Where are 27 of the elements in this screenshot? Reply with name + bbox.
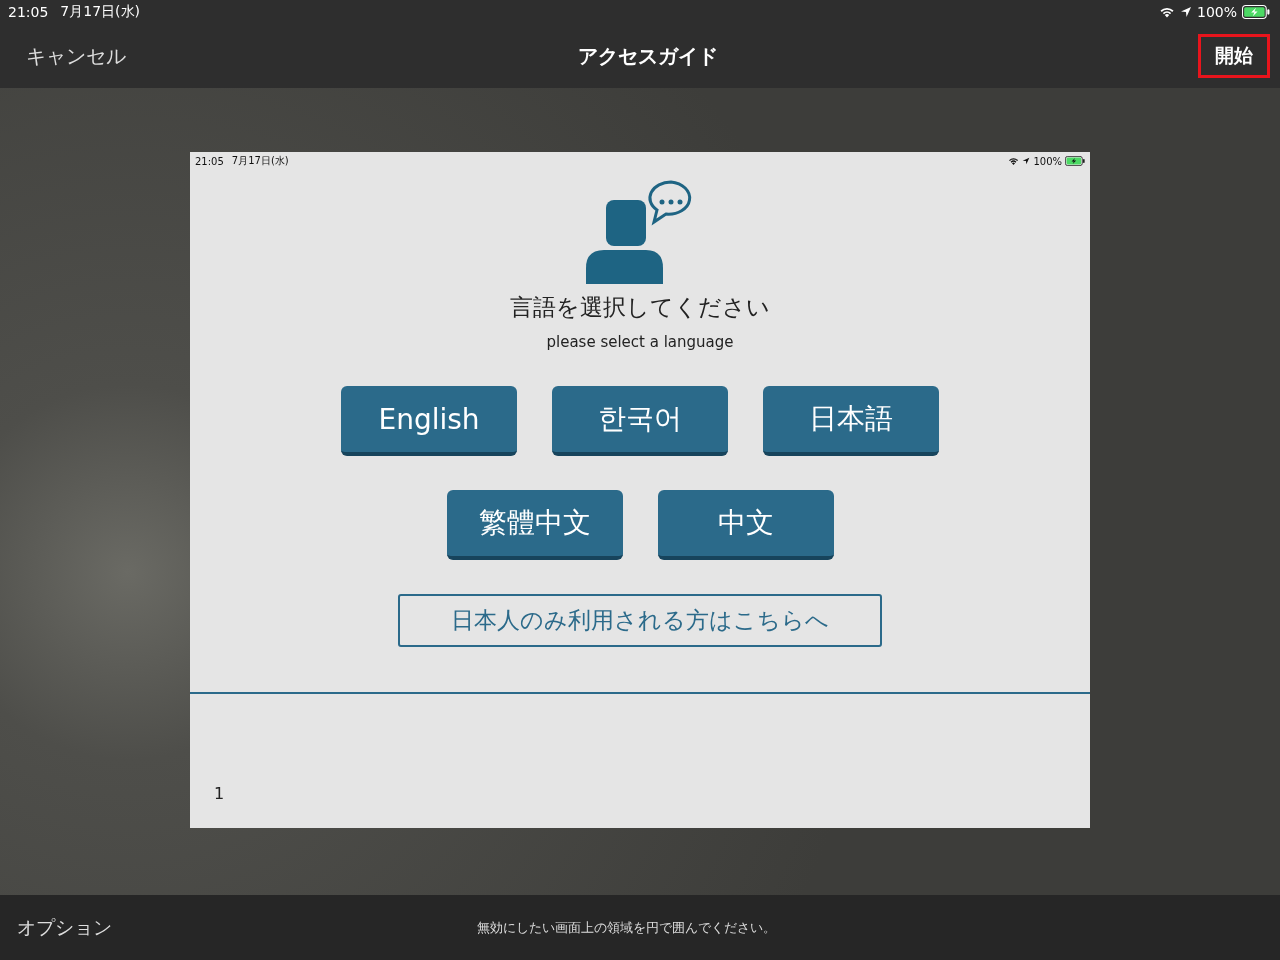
wifi-icon [1008, 156, 1020, 166]
start-button[interactable]: 開始 [1198, 34, 1270, 78]
subheading: please select a language [546, 333, 734, 351]
language-button[interactable]: 繁體中文 [446, 490, 623, 560]
language-button[interactable]: 한국어 [552, 386, 728, 456]
location-arrow-icon [1022, 157, 1031, 165]
language-button[interactable]: 中文 [657, 490, 834, 560]
battery-charging-icon [1065, 156, 1085, 166]
options-button[interactable]: オプション [17, 914, 477, 941]
heading: 言語を選択してください [510, 293, 770, 322]
status-date: 7月17日(水) [231, 154, 289, 168]
battery-percent: 100% [1196, 4, 1237, 20]
person-speech-bubble-icon [586, 180, 694, 284]
hint-text: 無効にしたい画面上の領域を円で囲んでください。 [477, 918, 776, 937]
status-date: 7月17日(水) [60, 3, 140, 21]
nav-title: アクセスガイド [578, 42, 718, 70]
language-button[interactable]: English [341, 386, 517, 456]
status-time: 21:05 [8, 4, 49, 20]
wifi-icon [1158, 6, 1175, 18]
cancel-button[interactable]: キャンセル [26, 42, 578, 70]
japanese-only-button[interactable]: 日本人のみ利用される方はこちらへ [398, 594, 882, 647]
battery-charging-icon [1242, 5, 1270, 19]
location-arrow-icon [1179, 6, 1192, 18]
status-time: 21:05 [195, 155, 224, 167]
battery-percent: 100% [1033, 155, 1062, 167]
page-number: 1 [214, 784, 225, 803]
language-button[interactable]: 日本語 [763, 386, 939, 456]
